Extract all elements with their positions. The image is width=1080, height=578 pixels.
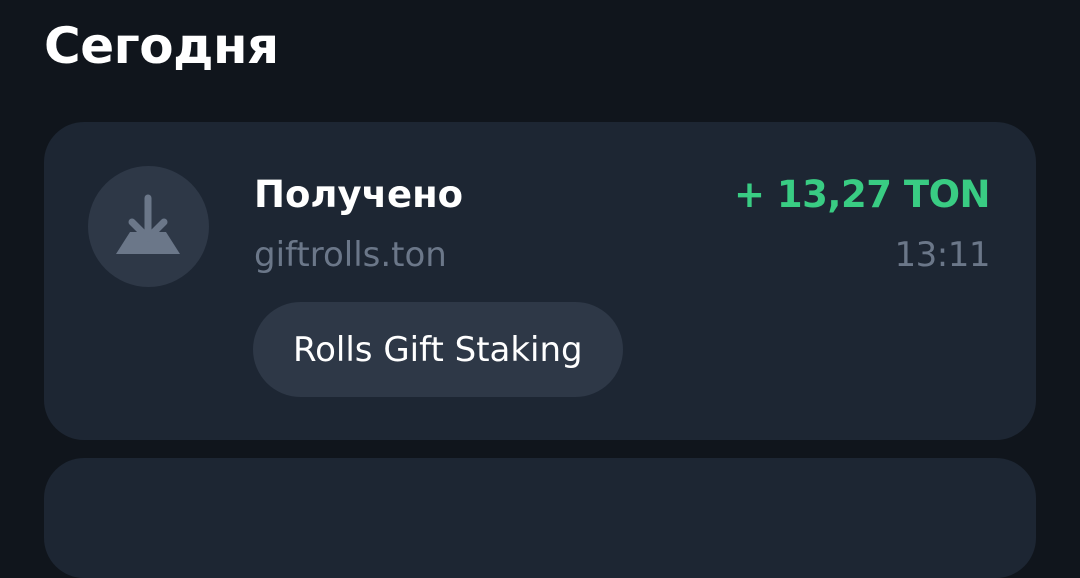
transaction-type-label: Получено <box>254 173 464 216</box>
transaction-counterparty: giftrolls.ton <box>254 235 447 275</box>
receive-arrow-icon <box>88 166 209 287</box>
transaction-card[interactable]: Получено giftrolls.ton + 13,27 TON 13:11… <box>44 122 1036 440</box>
transaction-time: 13:11 <box>894 235 991 275</box>
transaction-comment-bubble: Rolls Gift Staking <box>253 302 623 397</box>
next-transaction-card[interactable] <box>44 458 1036 578</box>
transaction-amount: + 13,27 TON <box>734 173 990 216</box>
section-title-today: Сегодня <box>44 17 279 75</box>
